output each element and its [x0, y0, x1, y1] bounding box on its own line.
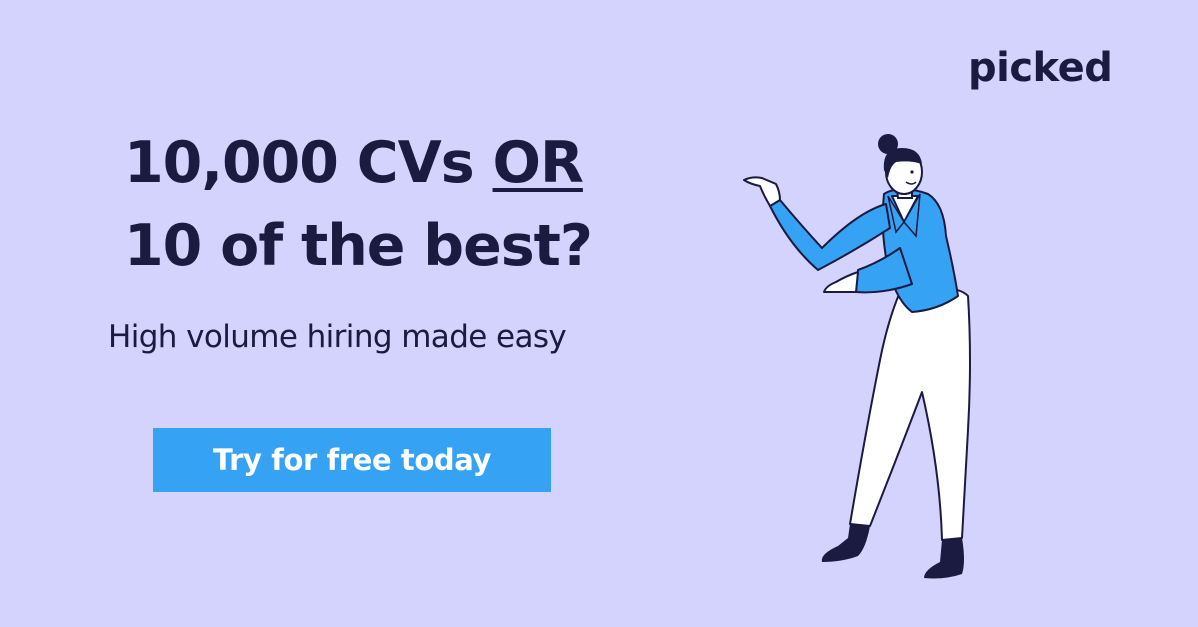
- headline-emphasis: OR: [492, 130, 584, 196]
- eye: [910, 170, 914, 174]
- headline-line1: 10,000 CVs OR: [124, 130, 584, 196]
- shoe-left: [821, 524, 870, 562]
- headline: 10,000 CVs OR 10 of the best?: [124, 122, 593, 288]
- hand-lower: [823, 271, 859, 293]
- brand-logo: picked: [968, 45, 1113, 91]
- shoe-right: [924, 538, 964, 579]
- headline-line1-prefix: 10,000 CVs: [124, 130, 493, 196]
- arm-raised: [769, 199, 891, 271]
- presenting-woman-illustration: [743, 134, 971, 579]
- trousers: [849, 286, 971, 541]
- subheadline: High volume hiring made easy: [108, 319, 567, 355]
- try-for-free-button[interactable]: Try for free today: [153, 428, 551, 492]
- hand-raised: [743, 176, 781, 207]
- headline-line2: 10 of the best?: [124, 213, 593, 279]
